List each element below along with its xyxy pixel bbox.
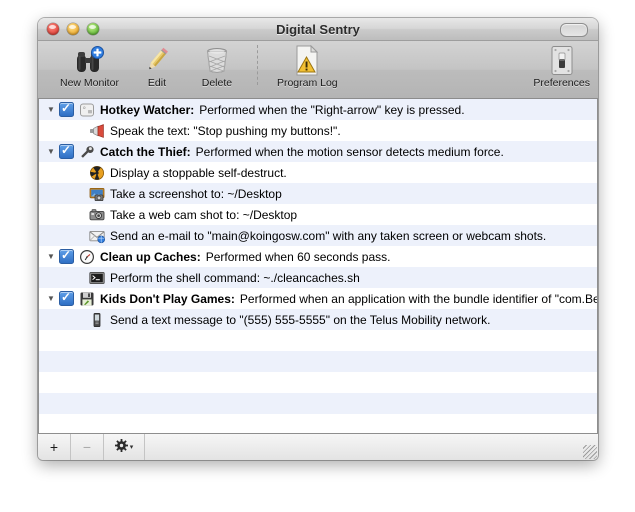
edit-button[interactable]: Edit [127,41,187,89]
chevron-down-icon: ▾ [130,443,134,451]
monitor-title: Kids Don't Play Games: [100,292,235,306]
remove-monitor-button[interactable]: − [71,434,104,460]
action-row[interactable]: Speak the text: "Stop pushing my buttons… [39,120,597,141]
monitor-enabled-checkbox[interactable] [59,249,74,264]
program-log-button[interactable]: Program Log [269,41,346,89]
monitor-row[interactable]: ▼ Clean up Caches: Performed when 60 secon… [39,246,597,267]
preferences-label: Preferences [533,77,590,89]
action-row[interactable]: Perform the shell command: ~./cleancache… [39,267,597,288]
action-description: Take a screenshot to: ~/Desktop [110,187,282,201]
delete-label: Delete [202,77,232,89]
action-description: Send a text message to "(555) 555-5555" … [110,313,491,327]
monitor-row[interactable]: ▼ Kids Don't Play Games: Performed when an… [39,288,597,309]
window-title: Digital Sentry [38,22,598,37]
action-description: Perform the shell command: ~./cleancache… [110,271,360,285]
trash-icon [203,44,231,76]
monitor-description: Performed when the "Right-arrow" key is … [199,103,464,117]
light-switch-icon [548,44,576,76]
toolbar-toggle-button[interactable] [560,23,588,37]
action-description: Take a web cam shot to: ~/Desktop [110,208,297,222]
monitor-title: Catch the Thief: [100,145,191,159]
empty-row [39,372,597,393]
monitor-row[interactable]: ▼ o Hotkey Watcher: Performed when the "Rig… [39,99,597,120]
close-button[interactable] [47,23,59,35]
delete-button[interactable]: Delete [187,41,247,89]
edit-label: Edit [148,77,166,89]
monitor-enabled-checkbox[interactable] [59,291,74,306]
wrench-icon [79,144,95,160]
monitor-enabled-checkbox[interactable] [59,144,74,159]
new-monitor-button[interactable]: New Monitor [52,41,127,89]
action-row[interactable]: Send a text message to "(555) 555-5555" … [39,309,597,330]
resize-grip[interactable] [583,445,597,459]
toolbar: New Monitor Edit [38,41,598,99]
action-row[interactable]: Take a web cam shot to: ~/Desktop [39,204,597,225]
empty-row [39,393,597,414]
program-log-label: Program Log [277,77,338,89]
monitor-description: Performed when an application with the b… [240,292,598,306]
action-description: Send an e-mail to "main@koingosw.com" wi… [110,229,546,243]
disclosure-triangle-icon[interactable]: ▼ [43,105,59,114]
clock-icon [79,249,95,265]
action-row[interactable]: Display a stoppable self-destruct. [39,162,597,183]
action-description: Speak the text: "Stop pushing my buttons… [110,124,341,138]
action-row[interactable]: Send an e-mail to "main@koingosw.com" wi… [39,225,597,246]
gear-icon [115,439,128,455]
empty-row [39,351,597,372]
monitor-title: Hotkey Watcher: [100,103,194,117]
monitor-enabled-checkbox[interactable] [59,102,74,117]
empty-row [39,414,597,433]
monitor-description: Performed when 60 seconds pass. [206,250,391,264]
preferences-button[interactable]: Preferences [525,41,598,89]
binoculars-add-icon [73,44,105,76]
monitor-list[interactable]: ▼ o Hotkey Watcher: Performed when the "Rig… [38,99,598,433]
add-monitor-button[interactable]: + [38,434,71,460]
disclosure-triangle-icon[interactable]: ▼ [43,294,59,303]
pencil-icon [142,44,172,76]
monitor-row[interactable]: ▼ Catch the Thief: Performed when the moti… [39,141,597,162]
keyboard-key-icon: o [79,102,95,118]
radioactive-icon [89,165,105,181]
action-row[interactable]: Take a screenshot to: ~/Desktop [39,183,597,204]
monitor-title: Clean up Caches: [100,250,201,264]
floppy-disk-icon [79,291,95,307]
document-warning-icon [294,44,320,76]
cellphone-icon [89,312,105,328]
email-icon [89,228,105,244]
disclosure-triangle-icon[interactable]: ▼ [43,147,59,156]
terminal-icon [89,270,105,286]
bottom-bar: + − ▾ [38,433,598,460]
disclosure-triangle-icon[interactable]: ▼ [43,252,59,261]
title-bar[interactable]: Digital Sentry [38,18,598,41]
empty-row [39,330,597,351]
monitor-description: Performed when the motion sensor detects… [196,145,504,159]
action-description: Display a stoppable self-destruct. [110,166,287,180]
megaphone-icon [89,123,105,139]
minimize-button[interactable] [67,23,79,35]
action-menu-button[interactable]: ▾ [104,434,145,460]
window-controls [47,23,99,35]
app-window: Digital Sentry [38,18,598,460]
zoom-button[interactable] [87,23,99,35]
toolbar-separator [257,45,259,85]
webcam-icon [89,207,105,223]
new-monitor-label: New Monitor [60,77,119,89]
screenshot-icon [89,186,105,202]
